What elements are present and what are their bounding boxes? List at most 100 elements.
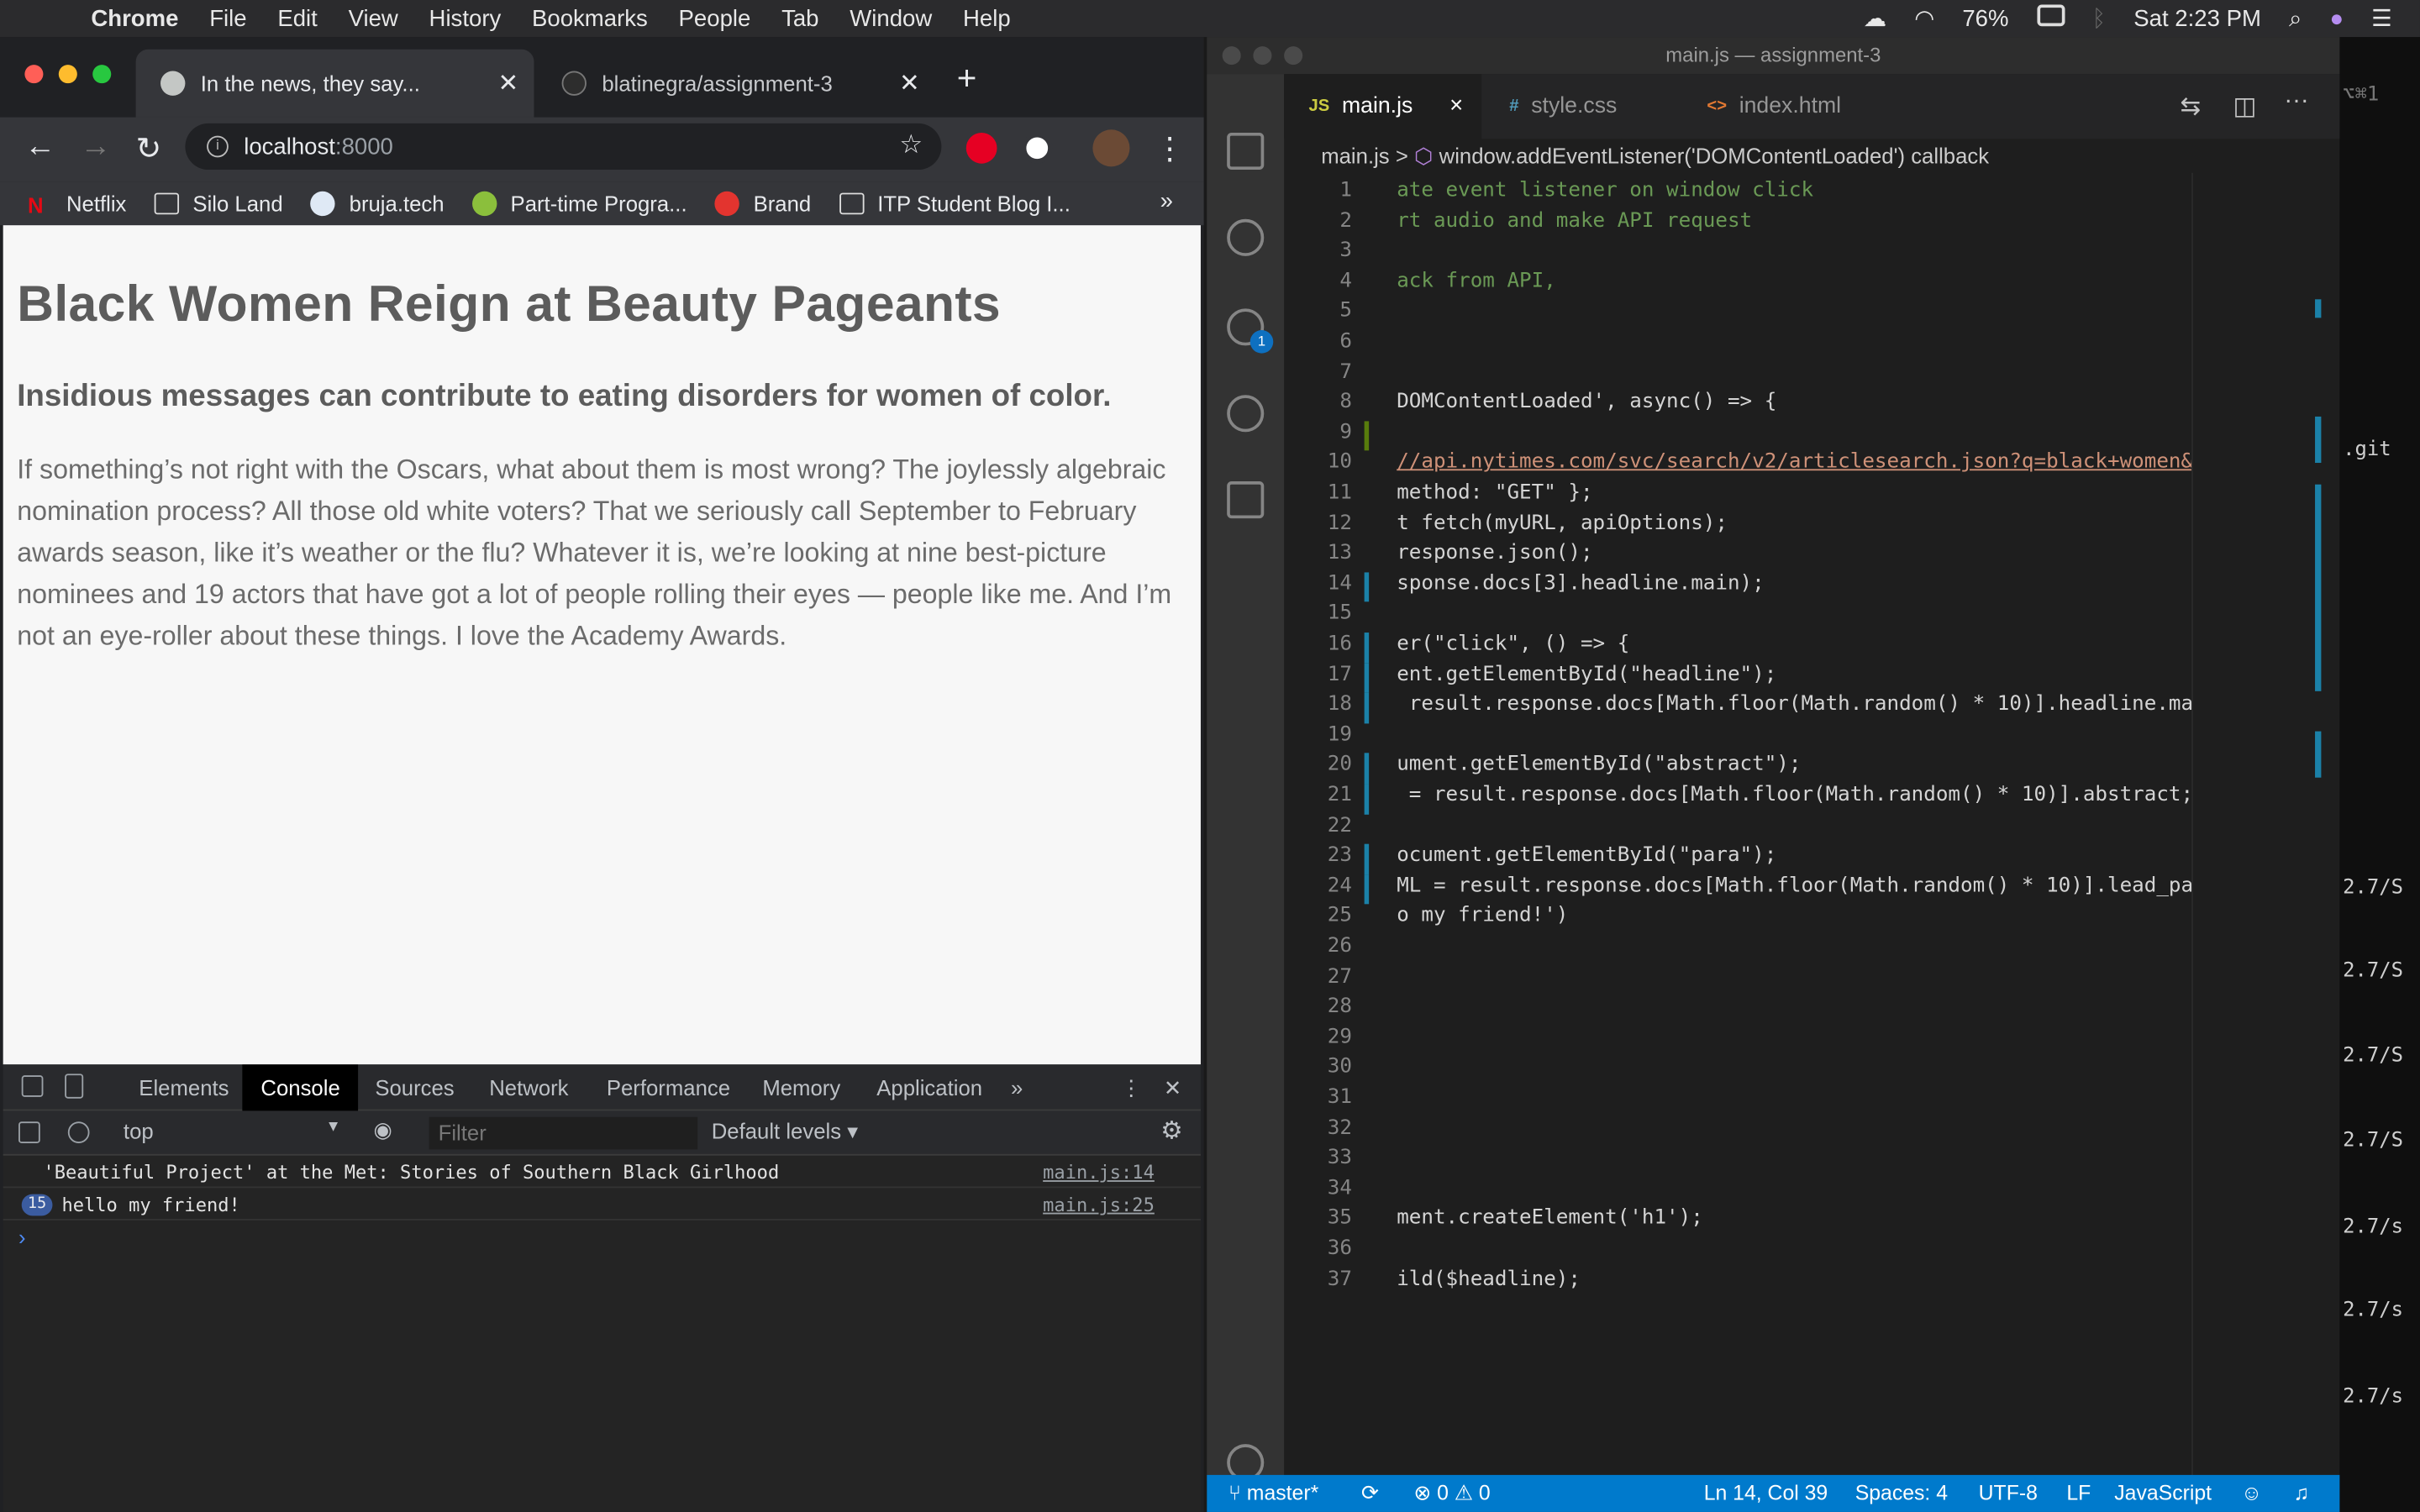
tab-title: blatinegra/assignment-3	[602, 71, 833, 96]
language-mode[interactable]: JavaScript	[2114, 1481, 2212, 1504]
bookmark-part-time[interactable]: Part-time Progra...	[471, 191, 687, 217]
zoom-window-icon[interactable]	[92, 65, 112, 84]
explorer-icon[interactable]	[1227, 132, 1265, 171]
console-prompt[interactable]: ›	[18, 1225, 26, 1249]
tab-elements[interactable]: Elements	[139, 1064, 229, 1110]
sidebar-toggle-icon[interactable]	[18, 1121, 40, 1143]
close-window-icon[interactable]	[24, 65, 44, 84]
close-window-icon[interactable]	[1222, 46, 1241, 66]
minimize-window-icon[interactable]	[1253, 46, 1272, 66]
menu-view[interactable]: View	[349, 5, 398, 31]
menu-bookmarks[interactable]: Bookmarks	[532, 5, 648, 31]
chevron-down-icon[interactable]: ▼	[326, 1119, 341, 1136]
menu-edit[interactable]: Edit	[277, 5, 317, 31]
feedback-icon[interactable]: ☺	[2241, 1481, 2262, 1504]
tab-memory[interactable]: Memory	[762, 1064, 840, 1110]
bookmark-star-icon[interactable]: ☆	[899, 129, 923, 160]
inspect-icon[interactable]	[21, 1075, 44, 1097]
breadcrumb-symbol[interactable]: window.addEventListener('DOMContentLoade…	[1439, 144, 1989, 168]
console-source-link[interactable]: main.js:14	[1043, 1162, 1155, 1184]
tab-github[interactable]: blatinegra/assignment-3 ✕	[537, 50, 935, 118]
tab-network[interactable]: Network	[489, 1064, 568, 1110]
forward-arrow-icon[interactable]: →	[81, 129, 112, 165]
clear-console-icon[interactable]	[67, 1121, 90, 1143]
bookmark-silo-land[interactable]: Silo Land	[154, 192, 283, 216]
notification-center-icon[interactable]: ☰	[2371, 5, 2392, 32]
terminal-text: 2.7/S	[2343, 1129, 2404, 1153]
new-tab-icon[interactable]: +	[957, 59, 977, 99]
code-editor[interactable]: 1 ate event listener on window click 2 rt a…	[1284, 173, 2195, 1346]
chrome-menu-icon[interactable]: ⋮	[1155, 129, 1186, 168]
bookmark-brand[interactable]: Brand	[714, 191, 811, 217]
bookmark-bruja-tech[interactable]: bruja.tech	[310, 191, 445, 217]
eye-icon[interactable]: ◉	[373, 1117, 392, 1143]
bluetooth-icon[interactable]: ᛒ	[2092, 5, 2107, 31]
close-tab-icon[interactable]: ×	[1449, 92, 1463, 118]
info-icon[interactable]: i	[207, 135, 229, 158]
extension-icon[interactable]	[1021, 132, 1053, 164]
tab-main-js[interactable]: JS main.js ×	[1284, 74, 1482, 139]
encoding[interactable]: UTF-8	[1979, 1481, 2038, 1504]
bookmarks-overflow-button[interactable]: »	[1160, 188, 1173, 214]
context-select[interactable]: top	[124, 1119, 154, 1143]
bookmark-netflix[interactable]: N Netflix	[28, 192, 126, 218]
menu-clock[interactable]: Sat 2:23 PM	[2133, 5, 2261, 31]
creative-cloud-icon[interactable]: ☁	[1864, 5, 1887, 32]
gear-icon[interactable]: ⚙	[1160, 1116, 1182, 1147]
code-line: ild($headline);	[1397, 1268, 1581, 1291]
minimap[interactable]	[2191, 172, 2325, 1482]
pinterest-extension-icon[interactable]	[965, 132, 997, 164]
tab-application[interactable]: Application	[876, 1064, 982, 1110]
git-branch[interactable]: ⑂ master*	[1228, 1481, 1318, 1504]
extensions-icon[interactable]	[1227, 481, 1265, 519]
minimize-window-icon[interactable]	[58, 65, 77, 84]
menu-help[interactable]: Help	[963, 5, 1011, 31]
split-editor-icon[interactable]: ◫	[2233, 91, 2256, 122]
tab-news[interactable]: In the news, they say... ✕	[135, 49, 534, 118]
filter-input[interactable]: Filter	[429, 1116, 698, 1150]
search-icon[interactable]	[1227, 218, 1265, 256]
menu-people[interactable]: People	[679, 5, 751, 31]
tab-performance[interactable]: Performance	[607, 1064, 730, 1110]
close-tab-icon[interactable]: ✕	[498, 68, 519, 99]
console-source-link[interactable]: main.js:25	[1043, 1194, 1155, 1216]
menu-tab[interactable]: Tab	[781, 5, 818, 31]
bookmark-itp[interactable]: ITP Student Blog I...	[839, 192, 1071, 216]
battery-icon[interactable]	[2036, 4, 2065, 33]
reload-icon[interactable]: ↻	[136, 129, 162, 168]
tab-index-html[interactable]: <> index.html	[1682, 74, 1929, 139]
profile-avatar[interactable]	[1092, 129, 1130, 167]
close-devtools-icon[interactable]: ✕	[1164, 1064, 1182, 1110]
more-actions-icon[interactable]: ···	[2284, 88, 2308, 116]
spotlight-icon[interactable]: ⌕	[2289, 5, 2302, 31]
line-number: 13	[1327, 542, 1352, 565]
breadcrumb-file[interactable]: main.js	[1321, 144, 1389, 168]
menu-file[interactable]: File	[209, 5, 246, 31]
back-arrow-icon[interactable]: ←	[24, 129, 55, 165]
open-changes-icon[interactable]: ⇆	[2181, 91, 2202, 122]
line-number: 7	[1339, 360, 1352, 384]
indentation[interactable]: Spaces: 4	[1855, 1481, 1948, 1504]
tab-console[interactable]: Console	[242, 1064, 359, 1111]
zoom-window-icon[interactable]	[1284, 46, 1303, 66]
more-tabs-button[interactable]: »	[1011, 1064, 1023, 1110]
devtools-menu-icon[interactable]: ⋮	[1120, 1064, 1142, 1110]
line-endings[interactable]: LF	[2066, 1481, 2091, 1504]
menu-app-name[interactable]: Chrome	[91, 5, 178, 31]
log-levels-dropdown[interactable]: Default levels ▾	[712, 1119, 858, 1145]
tab-style-css[interactable]: # style.css	[1485, 74, 1679, 139]
siri-icon[interactable]: ●	[2329, 5, 2344, 31]
problems-indicator[interactable]: ⊗ 0 ⚠ 0	[1413, 1481, 1490, 1505]
debug-icon[interactable]	[1227, 395, 1265, 433]
close-tab-icon[interactable]: ✕	[899, 68, 920, 99]
device-toolbar-icon[interactable]	[65, 1074, 84, 1099]
address-bar[interactable]: i localhost :8000 ☆	[185, 123, 942, 171]
tab-sources[interactable]: Sources	[375, 1064, 454, 1110]
wifi-icon[interactable]: ◠	[1914, 5, 1934, 32]
menu-window[interactable]: Window	[850, 5, 932, 31]
sync-icon[interactable]: ⟳	[1361, 1481, 1379, 1505]
menu-history[interactable]: History	[429, 5, 502, 31]
css-icon: #	[1509, 97, 1519, 116]
bell-icon[interactable]: ♫	[2293, 1481, 2309, 1504]
cursor-position[interactable]: Ln 14, Col 39	[1704, 1481, 1828, 1504]
